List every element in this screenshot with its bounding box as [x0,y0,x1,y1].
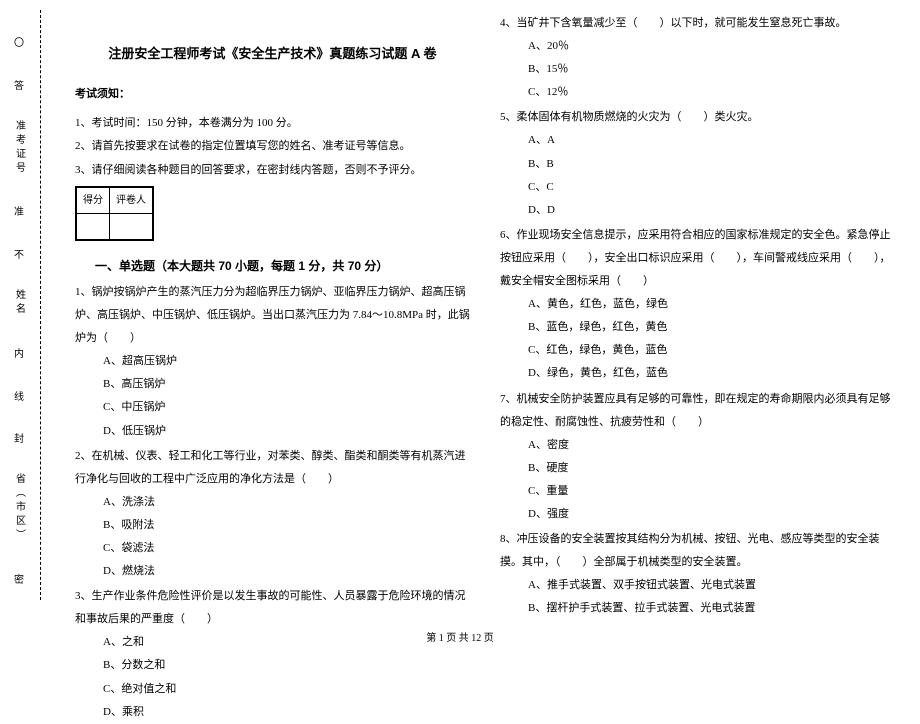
content-columns: 注册安全工程师考试《安全生产技术》真题练习试题 A 卷 考试须知： 1、考试时间… [50,0,920,620]
q1-opt-a: A、超高压锅炉 [103,350,470,373]
margin-char-zhun: 准 [14,203,24,218]
q3-opts: A、之和 B、分数之和 C、绝对值之和 D、乘积 [75,631,470,723]
vertical-label-stack: 〇 答 准考证号 准 不 姓名 内 线 封 省（市区） 密 [8,20,30,600]
section-1-title: 一、单选题（本大题共 70 小题，每题 1 分，共 70 分） [95,259,388,273]
margin-label-ticket: 准考证号 [12,120,27,176]
q6-opt-d: D、绿色，黄色，红色，蓝色 [528,362,895,385]
q2-stem: 2、在机械、仪表、轻工和化工等行业，对苯类、醇类、酯类和酮类等有机蒸汽进行净化与… [75,445,470,491]
score-cell-score: 得分 [77,187,110,213]
q3-opt-b: B、分数之和 [103,654,470,677]
margin-char-mi: 密 [14,571,24,586]
q2-opt-a: A、洗涤法 [103,491,470,514]
margin-mark-circle: 〇 [14,34,24,49]
q7-opts: A、密度 B、硬度 C、重量 D、强度 [500,434,895,526]
q4-opts: A、20％ B、15％ C、12％ [500,35,895,104]
q4-stem: 4、当矿井下含氧量减少至（ ）以下时，就可能发生窒息死亡事故。 [500,12,895,35]
page: 〇 答 准考证号 准 不 姓名 内 线 封 省（市区） 密 注册安全工程师考试《… [0,0,920,620]
page-footer: 第 1 页 共 12 页 [0,629,920,644]
margin-char-feng: 封 [14,430,24,445]
score-cell-blank2 [110,213,153,239]
exam-title: 注册安全工程师考试《安全生产技术》真题练习试题 A 卷 [75,40,470,67]
q1-opt-b: B、高压锅炉 [103,373,470,396]
q5-stem: 5、柔体固体有机物质燃烧的火灾为（ ）类火灾。 [500,106,895,129]
margin-char-nei: 内 [14,345,24,360]
q1-opts: A、超高压锅炉 B、高压锅炉 C、中压锅炉 D、低压锅炉 [75,350,470,442]
notice-heading: 考试须知： [75,83,470,106]
q8-opt-a: A、推手式装置、双手按钮式装置、光电式装置 [528,574,895,597]
q8-stem: 8、冲压设备的安全装置按其结构分为机械、按钮、光电、感应等类型的安全装摸。其中，… [500,528,895,574]
q8-opt-b: B、摆杆护手式装置、拉手式装置、光电式装置 [528,597,895,620]
q6-opt-c: C、红色，绿色，黄色，蓝色 [528,339,895,362]
q7-stem: 7、机械安全防护装置应具有足够的可靠性，即在规定的寿命期限内必须具有足够的稳定性… [500,388,895,434]
seal-dashed-line [40,10,41,600]
q5-opts: A、A B、B C、C D、D [500,129,895,221]
margin-label-name: 姓名 [12,289,27,317]
q8-opts: A、推手式装置、双手按钮式装置、光电式装置 B、摆杆护手式装置、拉手式装置、光电… [500,574,895,620]
q1-opt-d: D、低压锅炉 [103,420,470,443]
column-left: 注册安全工程师考试《安全生产技术》真题练习试题 A 卷 考试须知： 1、考试时间… [60,10,485,620]
q2-opts: A、洗涤法 B、吸附法 C、袋滤法 D、燃烧法 [75,491,470,583]
q1-stem: 1、锅炉按锅炉产生的蒸汽压力分为超临界压力锅炉、亚临界压力锅炉、超高压锅炉、高压… [75,281,470,350]
q4-opt-c: C、12％ [528,81,895,104]
column-right: 4、当矿井下含氧量减少至（ ）以下时，就可能发生窒息死亡事故。 A、20％ B、… [485,10,910,620]
margin-char-bu: 不 [14,246,24,261]
margin-label-province: 省（市区） [12,473,27,543]
q7-opt-a: A、密度 [528,434,895,457]
score-cell-blank1 [77,213,110,239]
notice-1: 1、考试时间：150 分钟，本卷满分为 100 分。 [75,112,470,135]
q3-stem: 3、生产作业条件危险性评价是以发生事故的可能性、人员暴露于危险环境的情况和事故后… [75,585,470,631]
q6-opts: A、黄色，红色，蓝色，绿色 B、蓝色，绿色，红色，黄色 C、红色，绿色，黄色，蓝… [500,293,895,385]
q7-opt-b: B、硬度 [528,457,895,480]
margin-char-xian: 线 [14,388,24,403]
q7-opt-c: C、重量 [528,480,895,503]
q3-opt-c: C、绝对值之和 [103,678,470,701]
q5-opt-c: C、C [528,176,895,199]
score-table: 得分 评卷人 [75,186,154,241]
q5-opt-a: A、A [528,129,895,152]
q4-opt-b: B、15％ [528,58,895,81]
margin-char-answer: 答 [14,77,24,92]
score-cell-marker: 评卷人 [110,187,153,213]
q1-opt-c: C、中压锅炉 [103,396,470,419]
q6-stem: 6、作业现场安全信息提示，应采用符合相应的国家标准规定的安全色。紧急停止按钮应采… [500,224,895,293]
q5-opt-d: D、D [528,199,895,222]
q2-opt-d: D、燃烧法 [103,560,470,583]
q2-opt-b: B、吸附法 [103,514,470,537]
q7-opt-d: D、强度 [528,503,895,526]
notice-3: 3、请仔细阅读各种题目的回答要求，在密封线内答题，否则不予评分。 [75,159,470,182]
q2-opt-c: C、袋滤法 [103,537,470,560]
q3-opt-d: D、乘积 [103,701,470,724]
binding-margin: 〇 答 准考证号 准 不 姓名 内 线 封 省（市区） 密 [0,0,50,620]
q6-opt-b: B、蓝色，绿色，红色，黄色 [528,316,895,339]
notice-2: 2、请首先按要求在试卷的指定位置填写您的姓名、准考证号等信息。 [75,135,470,158]
q5-opt-b: B、B [528,153,895,176]
q6-opt-a: A、黄色，红色，蓝色，绿色 [528,293,895,316]
q4-opt-a: A、20％ [528,35,895,58]
